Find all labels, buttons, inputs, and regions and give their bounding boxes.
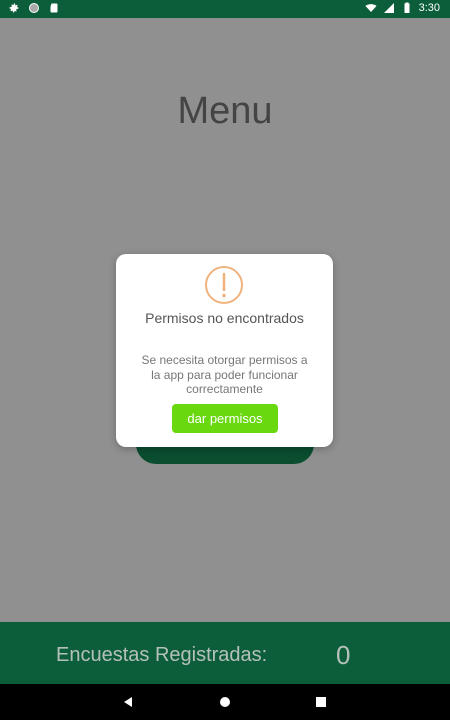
- battery-icon: [404, 2, 410, 13]
- page-title: Menu: [177, 90, 273, 132]
- status-time: 3:30: [418, 2, 440, 14]
- wifi-icon: [365, 4, 377, 12]
- home-icon[interactable]: [217, 694, 233, 710]
- grant-permissions-button[interactable]: dar permisos: [172, 404, 278, 433]
- status-bar-right: 3:30: [365, 2, 440, 14]
- navigation-bar: [0, 684, 450, 720]
- registered-surveys-count: 0: [336, 640, 351, 670]
- status-bar: 3:30: [0, 0, 450, 18]
- gear-icon: [9, 3, 19, 13]
- recents-icon[interactable]: [313, 694, 329, 710]
- bottom-bar: Encuestas Registradas: 0: [0, 622, 450, 684]
- signal-icon: [383, 3, 394, 13]
- warning-icon: [205, 266, 243, 304]
- sd-card-icon: [50, 3, 58, 13]
- registered-surveys-label: Encuestas Registradas:: [56, 644, 268, 666]
- back-icon[interactable]: [120, 694, 136, 710]
- dialog-message: Se necesita otorgar permisos a la app pa…: [141, 353, 308, 396]
- permission-dialog: Permisos no encontrados Se necesita otor…: [116, 254, 333, 447]
- dialog-title: Permisos no encontrados: [145, 310, 304, 326]
- circle-icon: [29, 3, 39, 13]
- status-bar-left: [8, 2, 60, 14]
